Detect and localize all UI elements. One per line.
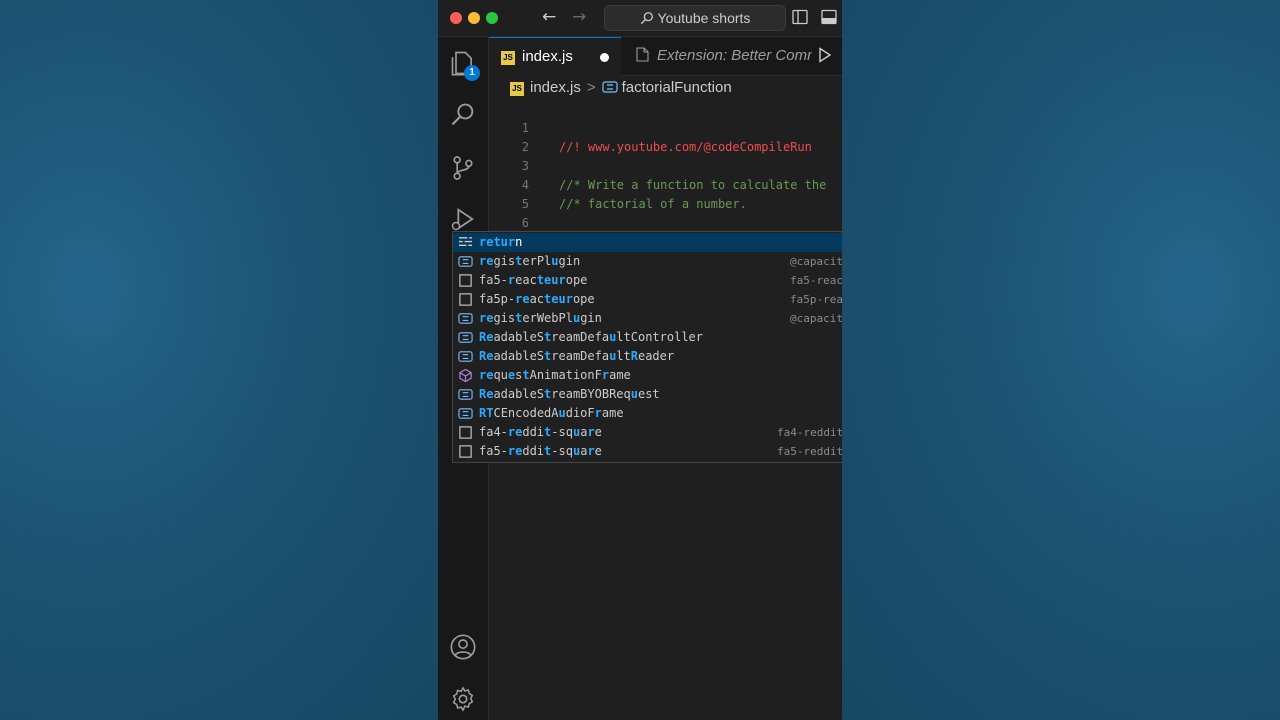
suggestion-item[interactable]: registerWebPlugin @capacito (453, 309, 842, 328)
unsaved-dot-icon[interactable] (600, 53, 609, 62)
editor-tabs: JS index.js Extension: Better Comments (489, 37, 842, 76)
run-file-icon[interactable] (818, 47, 832, 63)
code-line: 3 //* Write a function to calculate the (489, 138, 842, 192)
tab-index-js[interactable]: JS index.js (489, 37, 621, 76)
suggestion-label: return (479, 235, 523, 249)
suggestion-label: requestAnimationFrame (479, 368, 631, 382)
variable-icon (458, 406, 473, 421)
title-bar: ← → Youtube shorts (438, 0, 842, 37)
suggestion-label: RTCEncodedAudioFrame (479, 406, 624, 420)
text-icon (458, 444, 473, 459)
variable-symbol-icon (602, 81, 618, 93)
suggestion-detail: fa4-reddit- (777, 426, 842, 439)
suggestion-item[interactable]: ReadableStreamBYOBRequest (453, 385, 842, 404)
maximize-window-button[interactable] (486, 12, 498, 24)
suggestion-item[interactable]: requestAnimationFrame (453, 366, 842, 385)
account-icon[interactable] (449, 633, 477, 661)
suggestion-label: registerPlugin (479, 254, 581, 268)
suggestion-label: fa4-reddit-square (479, 425, 602, 439)
forward-arrow-icon[interactable]: → (572, 7, 586, 27)
back-arrow-icon[interactable]: ← (542, 7, 556, 27)
preview-file-icon (636, 47, 649, 62)
suggestion-item[interactable]: registerPlugin @capacito (453, 252, 842, 271)
variable-icon (458, 387, 473, 402)
code-line: 2 (489, 119, 842, 154)
toggle-sidebar-icon[interactable] (792, 9, 808, 25)
suggestion-item[interactable]: fa4-reddit-square fa4-reddit- (453, 423, 842, 442)
background-right (842, 0, 1280, 720)
variable-icon (458, 311, 473, 326)
suggestion-detail: @capacito (790, 255, 842, 268)
suggestion-label: ReadableStreamDefaultController (479, 330, 703, 344)
suggestion-item[interactable]: return (453, 233, 842, 252)
code-line: 5 (489, 176, 842, 211)
suggestion-label: fa5-reacteurope (479, 273, 588, 287)
search-icon[interactable] (449, 101, 477, 129)
js-file-icon: JS (501, 51, 515, 65)
settings-gear-icon[interactable] (449, 685, 477, 713)
suggestion-detail: @capacito (790, 312, 842, 325)
tab-label: index.js (522, 48, 573, 65)
suggestion-label: ReadableStreamBYOBRequest (479, 387, 660, 401)
command-center-search[interactable]: Youtube shorts (604, 5, 786, 31)
variable-icon (458, 330, 473, 345)
code-editor[interactable]: 1 //! www.youtube.com/@codeCompileRun 2 … (489, 100, 842, 268)
run-debug-icon[interactable] (449, 205, 477, 233)
breadcrumb: JS index.js > factorialFunction (489, 76, 842, 100)
suggestion-item[interactable]: fa5-reacteurope fa5-react (453, 271, 842, 290)
keyword-icon (458, 235, 473, 250)
suggestion-item[interactable]: RTCEncodedAudioFrame (453, 404, 842, 423)
suggestion-item[interactable]: fa5p-reacteurope fa5p-react (453, 290, 842, 309)
breadcrumb-file[interactable]: index.js (530, 79, 581, 96)
search-icon (640, 12, 653, 25)
suggestion-label: fa5-reddit-square (479, 444, 602, 458)
text-icon (458, 425, 473, 440)
suggestion-item[interactable]: fa5-reddit-square fa5-reddit- (453, 442, 842, 461)
text-icon (458, 292, 473, 307)
vscode-window: ← → Youtube shorts 1 JS index.js Extensi… (438, 0, 842, 720)
tab-extension-better-comments[interactable]: Extension: Better Comments (622, 37, 812, 75)
suggestion-detail: fa5-reddit- (777, 445, 842, 458)
variable-icon (458, 349, 473, 364)
explorer-badge: 1 (464, 65, 480, 81)
background-left (0, 0, 438, 720)
method-icon (458, 368, 473, 383)
close-window-button[interactable] (450, 12, 462, 24)
suggestion-item[interactable]: ReadableStreamDefaultController (453, 328, 842, 347)
suggestion-detail: fa5p-react (790, 293, 842, 306)
suggestion-label: fa5p-reacteurope (479, 292, 595, 306)
js-file-icon: JS (510, 82, 524, 96)
code-line: 4 //* factorial of a number. (489, 157, 842, 211)
tab-label: Extension: Better Comments (657, 47, 812, 64)
suggestion-detail: fa5-react (790, 274, 842, 287)
minimize-window-button[interactable] (468, 12, 480, 24)
search-text: Youtube shorts (657, 10, 751, 26)
text-icon (458, 273, 473, 288)
source-control-icon[interactable] (449, 154, 477, 182)
autocomplete-suggestions: return registerPlugin @capacito fa5-reacteu… (452, 231, 842, 463)
code-line: 1 //! www.youtube.com/@codeCompileRun (489, 100, 842, 154)
variable-icon (458, 254, 473, 269)
suggestion-label: registerWebPlugin (479, 311, 602, 325)
toggle-panel-icon[interactable] (821, 9, 837, 25)
suggestion-item[interactable]: ReadableStreamDefaultReader (453, 347, 842, 366)
breadcrumb-separator: > (586, 79, 596, 96)
breadcrumb-symbol[interactable]: factorialFunction (622, 79, 732, 96)
code-line: 6 const factorialFunction=(x)=>{ (489, 195, 842, 249)
suggestion-label: ReadableStreamDefaultReader (479, 349, 675, 363)
